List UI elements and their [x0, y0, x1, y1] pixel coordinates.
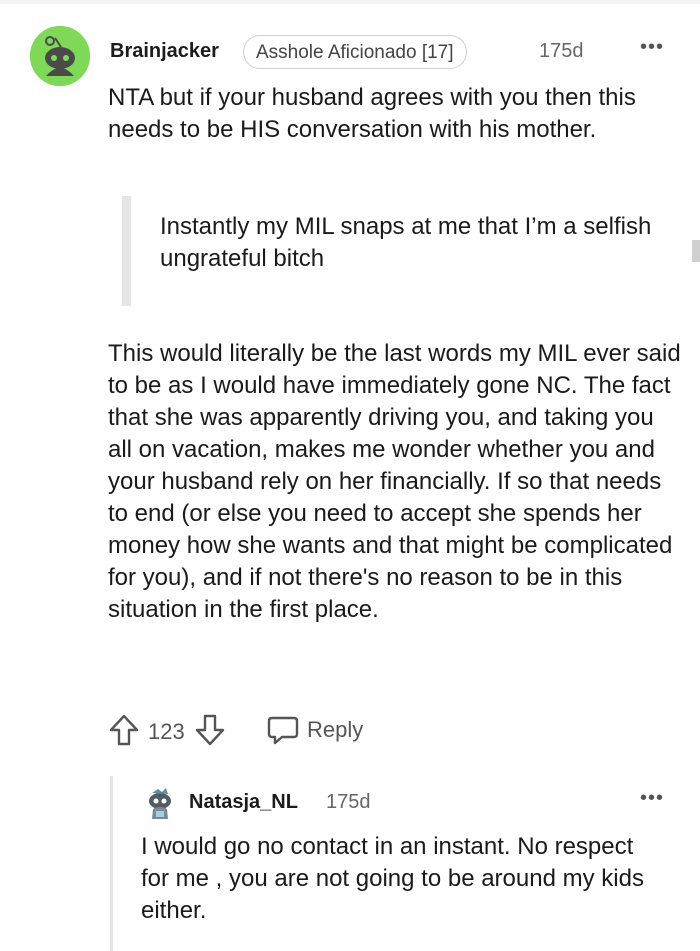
- reply-text: I would go no contact in an instant. No …: [141, 833, 644, 924]
- reply-icon[interactable]: [266, 714, 300, 751]
- top-divider: [0, 0, 700, 4]
- user-flair: Asshole Aficionado [17]: [243, 35, 467, 69]
- reply-age: 175d: [326, 791, 371, 813]
- upvote-icon[interactable]: [108, 713, 140, 752]
- snoo-avatar-icon: [30, 26, 90, 86]
- vote-score: 123: [148, 719, 185, 744]
- comment-text-intro: NTA but if your husband agrees with you …: [108, 84, 636, 143]
- snoo-avatar-icon: [149, 788, 171, 819]
- comment-text-body: This would literally be the last words m…: [108, 340, 681, 623]
- more-options-icon[interactable]: •••: [640, 36, 664, 59]
- user-avatar[interactable]: [30, 26, 90, 86]
- comment-age: 175d: [539, 40, 584, 62]
- reply-user-avatar[interactable]: [144, 787, 176, 821]
- scrollbar-thumb[interactable]: [692, 240, 700, 262]
- thread-line[interactable]: [110, 776, 113, 951]
- blockquote-text: Instantly my MIL snaps at me that I’m a …: [160, 213, 652, 272]
- reply-button[interactable]: Reply: [307, 717, 363, 743]
- comment-author[interactable]: Brainjacker: [110, 40, 219, 63]
- reply-author[interactable]: Natasja_NL: [189, 791, 298, 814]
- downvote-icon[interactable]: [194, 713, 226, 752]
- reply-more-options-icon[interactable]: •••: [640, 787, 664, 810]
